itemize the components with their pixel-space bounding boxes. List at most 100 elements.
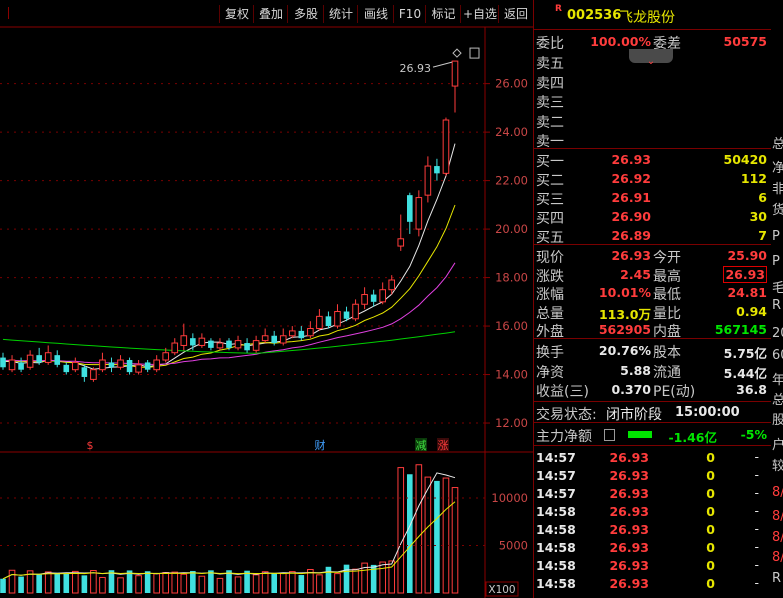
volume-bar — [252, 574, 260, 594]
candle-body — [180, 335, 188, 346]
bid-price: 26.91 — [611, 190, 651, 205]
trade-status-time: 15:00:00 — [675, 405, 740, 420]
stat-label: 涨跌 — [536, 268, 564, 285]
candle-body — [298, 330, 305, 339]
tick-row[interactable]: 14:57 26.93 0 - — [533, 467, 771, 485]
tick-price: 26.93 — [609, 450, 649, 465]
candle-body — [90, 369, 97, 380]
volume-bar — [99, 576, 106, 594]
stat-label: 收益(三) — [536, 384, 589, 400]
bid-volume: 30 — [749, 209, 767, 224]
candle-body — [144, 362, 151, 370]
candle-body — [442, 119, 450, 174]
divider — [533, 338, 771, 339]
tick-time: 14:58 — [536, 540, 576, 555]
ask-level-label: 卖四 — [536, 75, 564, 92]
stat-value: 5.75亿 — [723, 346, 767, 361]
weicha-value: 50575 — [723, 34, 768, 49]
tick-direction: - — [754, 449, 759, 464]
volume-bar — [180, 573, 188, 594]
tick-row[interactable]: 14:58 26.93 0 - — [533, 539, 771, 557]
candle-body — [316, 315, 323, 329]
tick-direction: - — [754, 575, 759, 590]
volume-bar — [279, 572, 287, 594]
tick-row[interactable]: 14:58 26.93 0 - — [533, 557, 771, 575]
ma-line — [3, 143, 456, 370]
tick-volume: 0 — [706, 504, 715, 519]
volume-bar — [271, 573, 278, 593]
strip-label: 毛 — [772, 281, 783, 296]
volume-bar — [316, 574, 323, 594]
tick-row[interactable]: 14:57 26.93 0 - — [533, 485, 771, 503]
volume-bar — [162, 572, 170, 594]
chart-overlay: 26.93 — [400, 47, 480, 75]
candle-body — [343, 311, 350, 319]
tick-time: 14:58 — [536, 576, 576, 591]
strip-label: R — [772, 298, 782, 313]
candle-body — [72, 361, 79, 371]
tick-price: 26.93 — [609, 558, 649, 573]
event-markers: $ 财 减涨 — [87, 438, 449, 452]
event-marker: 涨 — [438, 439, 449, 452]
bid-price: 26.92 — [611, 171, 651, 186]
volume-bar — [288, 571, 296, 594]
strip-label: 货 — [772, 203, 783, 218]
ask-level-label: 卖三 — [536, 95, 564, 111]
ask-level-label: 卖二 — [536, 114, 564, 131]
volume-bar — [244, 570, 250, 593]
volume-bar — [388, 560, 396, 594]
strip-label: 20 — [772, 326, 783, 341]
tick-volume: 0 — [706, 522, 715, 537]
volume-bar — [325, 566, 332, 593]
kline-chart[interactable]: 26.00 24.00 22.00 20.00 18.00 16.00 14.00 12.00… — [0, 0, 533, 598]
tick-direction: - — [754, 485, 759, 500]
volume-bar — [63, 573, 70, 593]
window-icon — [469, 47, 480, 59]
volume-bar — [171, 571, 179, 594]
event-marker: $ — [87, 439, 94, 452]
strip-label: 股 — [772, 413, 783, 428]
candle-body — [99, 359, 106, 371]
main-force-row[interactable]: 主力净额 -1.46亿 -5% — [533, 426, 771, 445]
tick-row[interactable]: 14:58 26.93 0 - — [533, 503, 771, 521]
tick-volume: 0 — [706, 468, 715, 483]
divider — [533, 29, 771, 30]
volume-bar — [72, 570, 79, 594]
stat-value: 24.81 — [727, 285, 767, 300]
moving-average-lines — [2, 143, 456, 370]
candle-body — [18, 362, 24, 370]
tick-time: 14:58 — [536, 558, 576, 573]
main-force-bar — [628, 431, 652, 438]
tick-row[interactable]: 14:58 26.93 0 - — [533, 521, 771, 539]
stat-value: 10.01% — [598, 285, 651, 300]
candle-body — [153, 359, 160, 371]
volume-bar — [442, 477, 450, 594]
stat-label: 现价 — [536, 250, 564, 266]
price-grid — [0, 83, 485, 424]
strip-label: 较 — [772, 459, 783, 474]
expand-chevron-button[interactable]: ⌄ — [629, 49, 673, 67]
stat-value: 36.8 — [736, 382, 767, 397]
tick-volume: 0 — [706, 540, 715, 555]
bid-price: 26.93 — [611, 152, 651, 167]
volume-unit-label: X100 — [488, 584, 515, 596]
menu-icon[interactable] — [604, 429, 615, 441]
stat-value: 5.88 — [620, 362, 651, 378]
price-tick-label: 14.00 — [495, 368, 528, 382]
tick-row[interactable]: 14:57 26.93 0 - — [533, 449, 771, 467]
bid-level-label: 买二 — [536, 173, 564, 189]
strip-label: 8/ — [772, 530, 783, 545]
bid-level-label: 买三 — [536, 192, 564, 208]
strip-label: P — [772, 229, 780, 244]
divider — [533, 244, 771, 245]
quote-panel: R 002536 飞龙股份 委比 100.00% 委差 50575 ⌄ 卖五 卖四… — [533, 0, 771, 598]
candle-body — [26, 354, 34, 368]
candle-body — [44, 352, 52, 363]
tick-price: 26.93 — [609, 522, 649, 537]
tick-row[interactable]: 14:58 26.93 0 - — [533, 575, 771, 593]
bid-volume: 50420 — [723, 152, 768, 167]
candle-body — [397, 238, 405, 247]
volume-bar — [379, 561, 386, 594]
trade-status-value: 闭市阶段 — [606, 407, 662, 423]
tick-volume: 0 — [706, 576, 715, 591]
